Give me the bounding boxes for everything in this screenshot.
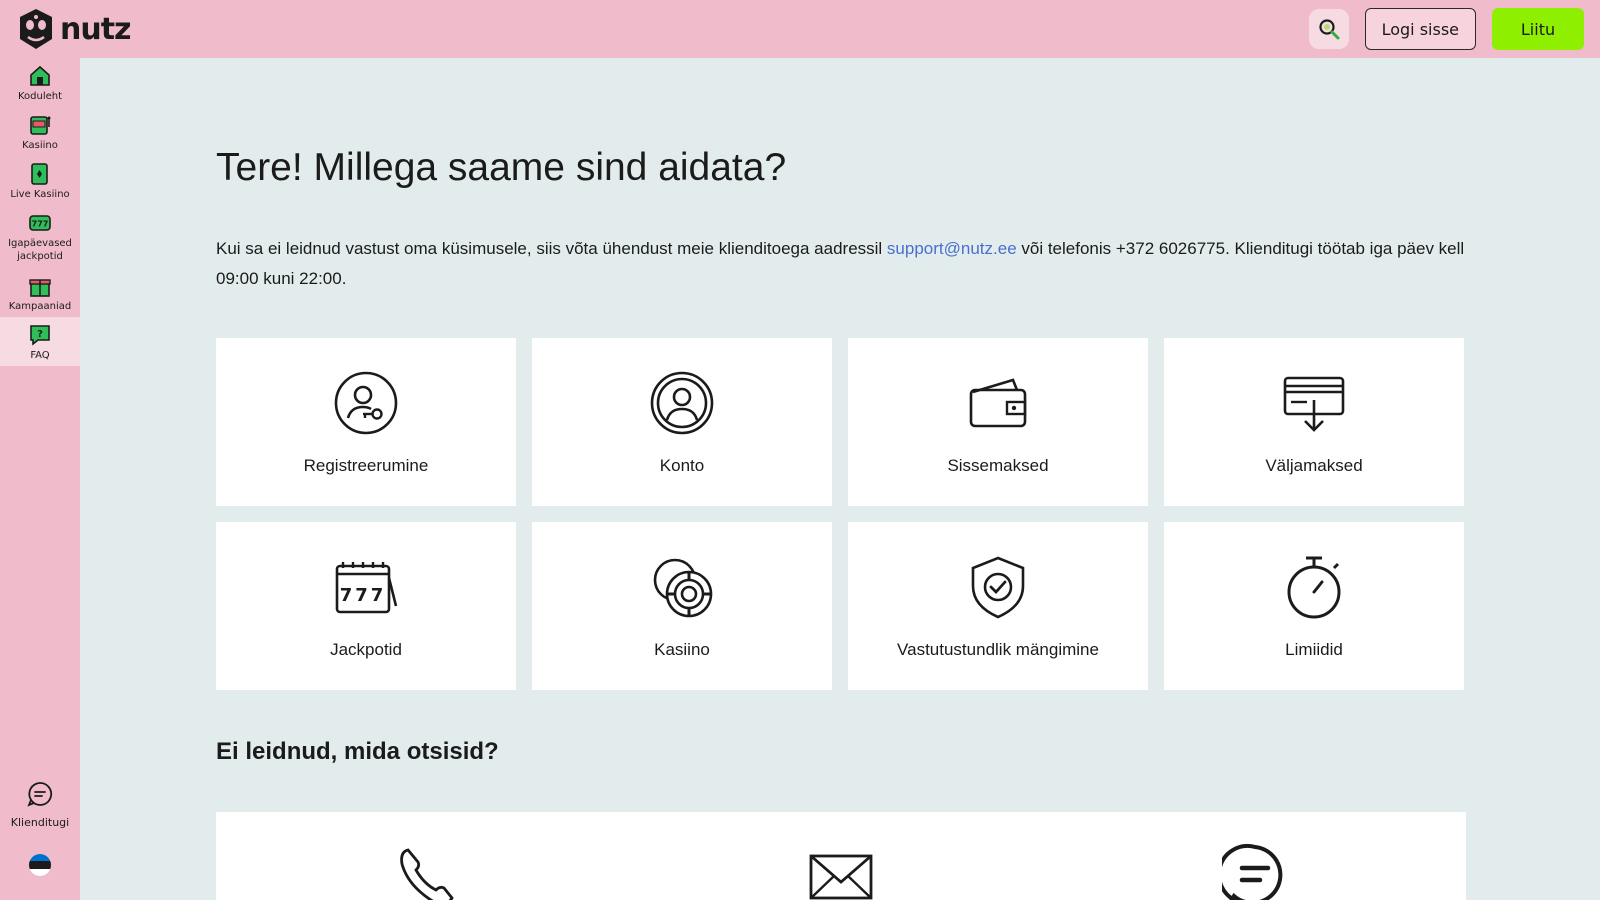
top-header: nutz Logi sisse Liitu [0,0,1600,58]
shield-check-icon [963,552,1033,622]
casino-chips-icon [647,552,717,622]
gift-icon [28,274,52,298]
sidebar: Koduleht Kasiino Live Kasiino 777 Igapäe… [0,58,80,900]
withdraw-card-icon [1279,368,1349,438]
sidebar-item-live-casino[interactable]: Live Kasiino [0,156,80,205]
sidebar-item-home[interactable]: Koduleht [0,58,80,107]
category-card-withdrawals[interactable]: Väljamaksed [1164,338,1464,506]
join-button[interactable]: Liitu [1492,8,1584,50]
customer-support-button[interactable]: Klienditugi [0,780,80,829]
category-label: Registreerumine [303,456,429,475]
sidebar-item-label: Kasiino [22,140,58,151]
sidebar-item-label: Koduleht [17,91,63,102]
category-label: Limiidid [1285,640,1343,659]
login-button[interactable]: Logi sisse [1364,8,1476,50]
nutz-logo-icon [20,9,52,49]
search-icon [1318,19,1340,40]
sidebar-item-campaigns[interactable]: Kampaaniad [0,268,80,317]
language-flag-icon[interactable] [29,854,51,876]
faq-icon: ? [28,323,52,347]
support-email-link[interactable]: support@nutz.ee [887,239,1017,258]
live-chat-icon[interactable] [1222,844,1288,900]
svg-text:777: 777 [32,220,49,229]
account-icon [647,368,717,438]
category-label: Konto [659,456,705,475]
page-title: Tere! Millega saame sind aidata? [216,146,787,189]
jackpot-icon: 777 [28,211,52,235]
sidebar-item-label: Live Kasiino [10,189,70,200]
search-button[interactable] [1308,9,1349,49]
category-card-limits[interactable]: Limiidid [1164,522,1464,690]
category-card-registration[interactable]: Registreerumine [216,338,516,506]
not-found-title: Ei leidnud, mida otsisid? [216,738,499,765]
category-card-account[interactable]: Konto [532,338,832,506]
category-card-casino[interactable]: Kasiino [532,522,832,690]
svg-text:777: 777 [340,585,387,606]
contact-options [216,812,1466,900]
intro-text: Kui sa ei leidnud vastust oma küsimusele… [216,234,1466,294]
phone-icon[interactable] [394,844,460,900]
live-card-icon [28,162,52,186]
home-icon [28,64,52,88]
sidebar-item-label: FAQ [30,350,50,361]
category-label: Väljamaksed [1265,456,1363,475]
support-label: Klienditugi [10,816,70,829]
email-icon[interactable] [808,844,874,900]
svg-text:?: ? [37,329,43,340]
brand-logo[interactable]: nutz [16,7,132,51]
category-card-jackpots[interactable]: 777 Jackpotid [216,522,516,690]
jackpot-777-icon: 777 [331,552,401,622]
wallet-icon [963,368,1033,438]
sidebar-item-label: Igapäevased jackpotid [8,238,72,262]
category-label: Vastutustundlik mängimine [897,640,1099,659]
stopwatch-icon [1279,552,1349,622]
sidebar-item-daily-jackpots[interactable]: 777 Igapäevased jackpotid [0,205,80,268]
category-label: Kasiino [654,640,710,659]
faq-category-grid: Registreerumine Konto Sissemaksed Väljam… [216,338,1466,690]
category-label: Jackpotid [330,640,402,659]
sidebar-item-label: Kampaaniad [8,301,72,312]
chat-icon [27,782,53,807]
category-label: Sissemaksed [947,456,1049,475]
brand-name: nutz [60,11,132,47]
category-card-responsible-gaming[interactable]: Vastutustundlik mängimine [848,522,1148,690]
sidebar-item-casino[interactable]: Kasiino [0,107,80,156]
sidebar-item-faq[interactable]: ? FAQ [0,317,80,366]
slot-machine-icon [28,113,52,137]
category-card-deposits[interactable]: Sissemaksed [848,338,1148,506]
user-key-icon [331,368,401,438]
intro-text-start: Kui sa ei leidnud vastust oma küsimusele… [216,239,887,258]
